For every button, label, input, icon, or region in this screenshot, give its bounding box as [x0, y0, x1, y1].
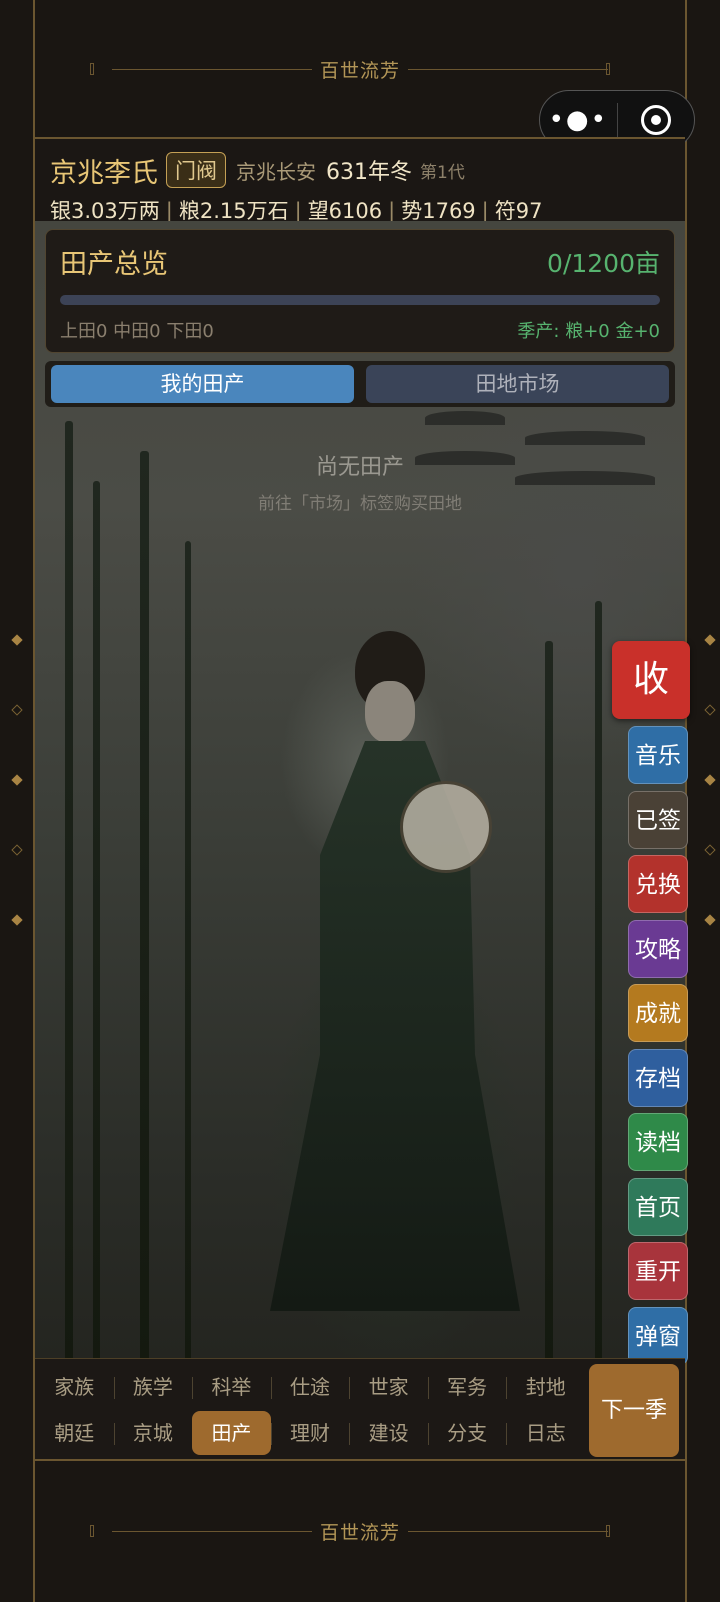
fan-illustration	[400, 781, 492, 873]
collect-button[interactable]: 收	[612, 641, 690, 719]
empty-title: 尚无田产	[315, 455, 404, 480]
side-button-1[interactable]: 已签	[628, 790, 688, 849]
nav-item-1-1[interactable]: 京城	[113, 1411, 193, 1455]
left-ornament	[11, 634, 23, 926]
nav-item-0-3[interactable]: 仕途	[270, 1365, 350, 1409]
nav-item-0-6[interactable]: 封地	[506, 1365, 585, 1409]
tab-my-land[interactable]: 我的田产	[51, 365, 354, 403]
banner-rule-right	[408, 1524, 610, 1537]
nav-item-1-0[interactable]: 朝廷	[35, 1411, 114, 1455]
side-button-2[interactable]: 兑换	[628, 855, 688, 913]
game-title: 百世流芳	[319, 59, 400, 82]
side-button-6[interactable]: 读档	[628, 1113, 688, 1171]
target-icon[interactable]	[618, 105, 695, 135]
clan-place: 京兆长安	[236, 159, 316, 184]
banner-rule-left	[89, 1524, 312, 1537]
nav-item-1-5[interactable]: 分支	[427, 1411, 507, 1455]
overview-title: 田产总览	[60, 249, 168, 280]
banner-rule-left	[89, 62, 312, 75]
tab-land-market[interactable]: 田地市场	[366, 365, 669, 403]
nav-item-0-4[interactable]: 世家	[349, 1365, 428, 1409]
nav-item-1-3[interactable]: 理财	[270, 1411, 350, 1455]
grain-stat: 粮2.15万石	[178, 199, 289, 223]
empty-state: 尚无田产 前往「市场」标签购买田地	[35, 449, 685, 514]
side-button-7[interactable]: 首页	[628, 1177, 688, 1236]
nav-item-1-4[interactable]: 建设	[349, 1411, 428, 1455]
nav-item-0-0[interactable]: 家族	[35, 1365, 114, 1409]
talisman-stat: 符97	[494, 199, 543, 223]
right-ornament	[704, 634, 716, 926]
silver-stat: 银3.03万两	[50, 199, 160, 223]
acreage-count: 0/1200亩	[547, 248, 660, 278]
side-button-9[interactable]: 弹窗	[628, 1306, 688, 1365]
next-season-button[interactable]: 下一季	[589, 1364, 679, 1457]
side-button-0[interactable]: 音乐	[628, 726, 688, 784]
land-grades: 上田0 中田0 下田0	[60, 321, 214, 342]
more-dots-icon[interactable]: •●•	[540, 107, 617, 133]
rank-badge: 门阀	[166, 152, 226, 188]
side-button-3[interactable]: 攻略	[628, 919, 688, 978]
nav-item-0-5[interactable]: 军务	[427, 1365, 507, 1409]
nav-item-0-1[interactable]: 族学	[113, 1365, 193, 1409]
season-yield: 季产: 粮+0 金+0	[517, 321, 660, 342]
prestige-stat: 望6106	[307, 199, 383, 223]
side-button-5[interactable]: 存档	[628, 1048, 688, 1107]
clan-name: 京兆李氏	[50, 157, 158, 189]
generation: 第1代	[420, 162, 465, 183]
empty-hint: 前往「市场」标签购买田地	[258, 494, 462, 514]
side-button-4[interactable]: 成就	[628, 984, 688, 1042]
banner-rule-right	[408, 62, 610, 75]
nav-item-1-2[interactable]: 田产	[192, 1411, 271, 1455]
lady-illustration	[270, 631, 520, 1311]
land-tabs: 我的田产 田地市场	[45, 361, 675, 407]
nav-item-0-2[interactable]: 科举	[192, 1365, 271, 1409]
game-year: 631年冬	[326, 160, 412, 185]
land-overview-card: 田产总览 0/1200亩 上田0 中田0 下田0 季产: 粮+0 金+0	[45, 229, 675, 353]
side-button-8[interactable]: 重开	[628, 1242, 688, 1300]
bottom-banner: 百世流芳	[35, 1462, 685, 1600]
game-title-footer: 百世流芳	[319, 1521, 400, 1544]
bottom-nav: 家族 族学 科举 仕途 世家 军务 封地 朝廷 京城 田产 理财 建设 分支 日志 下一季	[35, 1358, 685, 1461]
clan-header: 京兆李氏 门阀 京兆长安 631年冬 第1代 银3.03万两 | 粮2.15万石 | 望…	[35, 137, 685, 223]
nav-item-1-6[interactable]: 日志	[506, 1411, 585, 1455]
acreage-progress	[60, 295, 660, 305]
background-scene: 田产总览 0/1200亩 上田0 中田0 下田0 季产: 粮+0 金+0 我的田…	[35, 221, 685, 1358]
power-stat: 势1769	[401, 199, 476, 223]
